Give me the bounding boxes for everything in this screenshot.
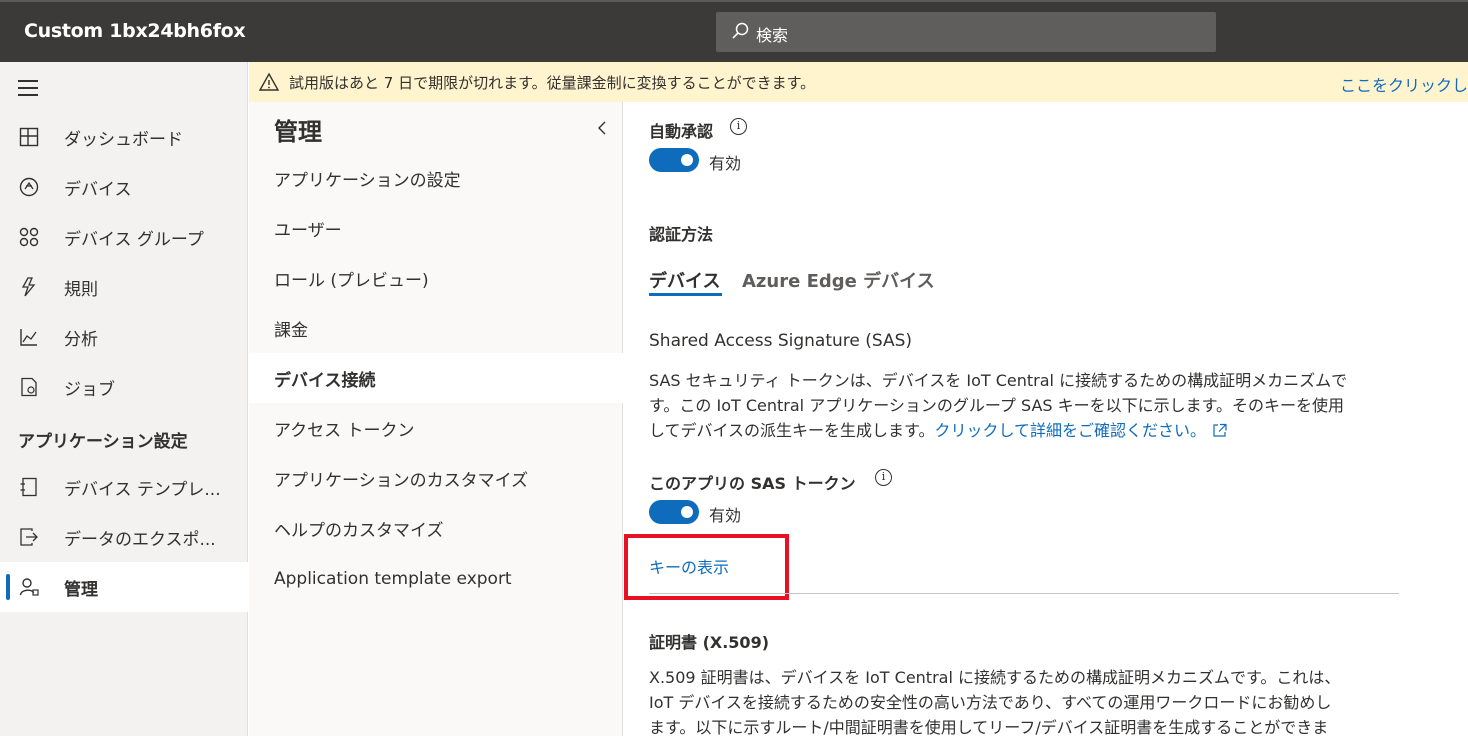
sas-token-toggle-text: 有効 <box>709 506 742 525</box>
show-key-link[interactable]: キーの表示 <box>649 554 729 578</box>
sas-description: SAS セキュリティ トークンは、デバイスを IoT Central に接続する… <box>649 368 1409 443</box>
subnav-title: 管理 <box>274 118 322 146</box>
auto-approve-label: 自動承認 <box>649 122 714 141</box>
trial-banner: 試用版はあと 7 日で期限が切れます。従量課金制に変換することができます。 ここ… <box>249 62 1468 102</box>
certificate-description: X.509 証明書は、デバイスを IoT Central に接続するための構成証… <box>649 665 1409 736</box>
nav-label: デバイス <box>64 179 132 200</box>
subnav-roles[interactable]: ロール (プレビュー) <box>249 253 623 303</box>
subnav-app-customization[interactable]: アプリケーションのカスタマイズ <box>249 453 623 503</box>
header-accent-line <box>0 0 1468 2</box>
nav-item-dashboard[interactable]: ダッシュボード <box>0 112 248 162</box>
search-box[interactable]: 検索 <box>716 12 1216 52</box>
certificate-heading: 証明書 (X.509) <box>649 633 770 652</box>
search-icon <box>732 22 749 39</box>
sas-heading: Shared Access Signature (SAS) <box>649 331 913 351</box>
certificate-description-line: X.509 証明書は、デバイスを IoT Central に接続するための構成証… <box>649 668 1341 687</box>
app-settings-section-title: アプリケーション設定 <box>18 432 188 452</box>
tab-azure-edge-devices[interactable]: Azure Edge デバイス <box>742 267 935 293</box>
nav-label: 分析 <box>64 329 98 350</box>
nav-label: 管理 <box>64 579 98 600</box>
certificate-description-line: ます。以下に示すルート/中間証明書を使用してリーフ/デバイス証明書を生成すること… <box>649 718 1329 736</box>
nav-item-data-export[interactable]: データのエクスポ... <box>0 512 248 562</box>
nav-item-analytics[interactable]: 分析 <box>0 312 248 362</box>
sas-description-line: してデバイスの派生キーを生成します。 <box>649 421 935 440</box>
hamburger-menu-icon[interactable] <box>18 80 40 96</box>
nav-item-device-groups[interactable]: デバイス グループ <box>0 212 248 262</box>
devices-icon <box>18 176 40 198</box>
top-header-bar: Custom 1bx24bh6fox 検索 <box>0 0 1468 62</box>
tab-underline <box>649 293 722 296</box>
subnav-users[interactable]: ユーザー <box>249 203 623 253</box>
nav-label: デバイス グループ <box>64 229 204 250</box>
nav-label: ダッシュボード <box>64 129 183 150</box>
search-placeholder: 検索 <box>756 26 789 45</box>
trial-message: 試用版はあと 7 日で期限が切れます。従量課金制に変換することができます。 <box>289 74 816 92</box>
nav-item-device-templates[interactable]: デバイス テンプレ... <box>0 462 248 512</box>
nav-label: 規則 <box>64 279 98 300</box>
sas-description-line: SAS セキュリティ トークンは、デバイスを IoT Central に接続する… <box>649 371 1348 390</box>
section-divider <box>649 593 1399 594</box>
convert-link[interactable]: ここをクリックし <box>1340 72 1468 96</box>
left-navigation: ダッシュボード デバイス デバイス グループ 規則 分析 ジョブ アプリケーショ… <box>0 62 248 736</box>
chevron-left-icon[interactable] <box>596 118 608 138</box>
device-templates-icon <box>18 476 40 498</box>
jobs-icon <box>18 376 40 398</box>
nav-label: データのエクスポ... <box>64 529 216 550</box>
dashboard-icon <box>18 126 40 148</box>
sas-token-toggle[interactable] <box>649 500 699 524</box>
nav-item-devices[interactable]: デバイス <box>0 162 248 212</box>
warning-icon <box>259 72 279 91</box>
administration-icon <box>18 576 40 598</box>
nav-label: デバイス テンプレ... <box>64 479 221 500</box>
nav-item-jobs[interactable]: ジョブ <box>0 362 248 412</box>
subnav-device-connection[interactable]: デバイス接続 <box>249 353 623 403</box>
external-link-icon[interactable] <box>1212 423 1228 437</box>
subnav-access-tokens[interactable]: アクセス トークン <box>249 403 623 453</box>
auth-method-label: 認証方法 <box>649 225 714 244</box>
learn-more-link[interactable]: クリックして詳細をご確認ください。 <box>934 421 1206 440</box>
rules-icon <box>18 276 40 298</box>
active-indicator <box>6 574 10 600</box>
certificate-description-line: IoT デバイスを接続するための安全性の高い方法であり、すべての運用ワークロード… <box>649 693 1332 712</box>
subnav-help-customization[interactable]: ヘルプのカスタマイズ <box>249 503 623 553</box>
auto-approve-toggle-text: 有効 <box>709 154 742 173</box>
subnav-app-settings[interactable]: アプリケーションの設定 <box>249 153 623 203</box>
auto-approve-toggle[interactable] <box>649 148 699 172</box>
nav-item-administration[interactable]: 管理 <box>0 562 248 612</box>
nav-label: ジョブ <box>64 379 115 400</box>
analytics-icon <box>18 326 40 348</box>
nav-item-rules[interactable]: 規則 <box>0 262 248 312</box>
device-groups-icon <box>18 226 40 248</box>
subnav-billing[interactable]: 課金 <box>249 303 623 353</box>
app-title[interactable]: Custom 1bx24bh6fox <box>24 20 246 42</box>
admin-subnav: 管理 アプリケーションの設定 ユーザー ロール (プレビュー) 課金 デバイス接… <box>249 102 623 736</box>
sas-description-line: す。この IoT Central アプリケーションのグループ SAS キーを以下… <box>649 396 1345 415</box>
subnav-template-export[interactable]: Application template export <box>249 554 623 604</box>
info-icon[interactable]: i <box>730 118 747 135</box>
tab-devices[interactable]: デバイス <box>649 267 720 293</box>
device-connection-content: 自動承認 i 有効 認証方法 デバイス Azure Edge デバイス Shar… <box>624 102 1468 736</box>
data-export-icon <box>18 526 40 548</box>
sas-token-label: このアプリの SAS トークン <box>649 474 856 493</box>
info-icon[interactable]: i <box>875 469 892 486</box>
